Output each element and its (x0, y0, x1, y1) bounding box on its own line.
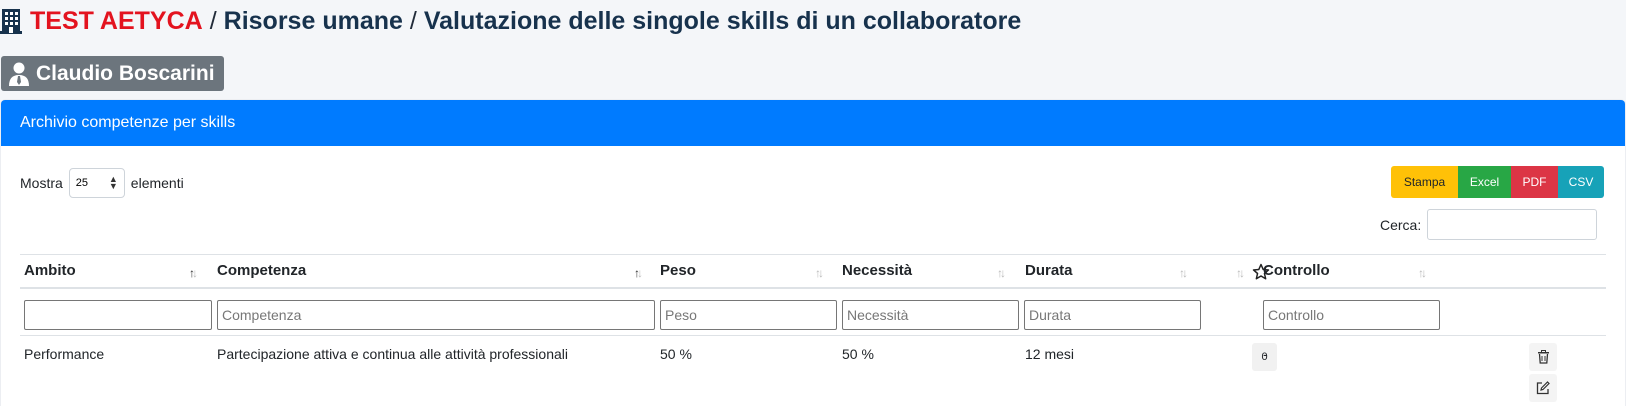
sort-asc-icon[interactable]: ↑↓ (634, 266, 643, 280)
sort-icon[interactable]: ↑↓ (815, 266, 824, 280)
length-suffix: elementi (130, 175, 184, 191)
column-header-necessita[interactable]: Necessità (842, 262, 912, 279)
column-header-peso[interactable]: Peso (660, 262, 696, 279)
cell-ambito: Performance (24, 346, 105, 362)
cell-necessita: 50 % (842, 346, 874, 362)
filter-necessita-input[interactable] (842, 300, 1019, 330)
cell-controllo: - (1263, 346, 1268, 362)
user-name: Claudio Boscarini (36, 61, 215, 85)
page-length-select[interactable]: 25 (68, 168, 125, 198)
print-button[interactable]: Stampa (1391, 166, 1458, 198)
filter-ambito-input[interactable] (24, 300, 212, 330)
search-box: Cerca: (1380, 209, 1598, 240)
filter-controllo-input[interactable] (1263, 300, 1440, 330)
company-name[interactable]: TEST AETYCA (30, 7, 203, 36)
csv-button[interactable]: CSV (1558, 166, 1604, 198)
breadcrumb-separator: / (409, 6, 417, 35)
cell-competenza: Partecipazione attiva e continua alle at… (217, 346, 568, 362)
trash-icon (1537, 350, 1549, 364)
search-input[interactable] (1427, 209, 1598, 240)
user-tie-icon (9, 62, 29, 86)
breadcrumb: TEST AETYCA / Risorse umane / Valutazion… (0, 3, 1021, 39)
sort-icon[interactable]: ↑↓ (997, 266, 1006, 280)
filter-peso-input[interactable] (660, 300, 837, 330)
search-label: Cerca: (1380, 216, 1422, 233)
pdf-button[interactable]: PDF (1511, 166, 1558, 198)
edit-icon (1536, 381, 1550, 395)
length-menu: Mostra 25 ▲ ▼ elementi (20, 168, 184, 198)
export-buttons: Stampa Excel PDF CSV (1391, 166, 1604, 198)
card-title: Archivio competenze per skills (20, 114, 236, 131)
breadcrumb-section[interactable]: Risorse umane (224, 7, 403, 36)
cell-durata: 12 mesi (1025, 346, 1075, 362)
building-icon (0, 9, 22, 34)
table-row-divider (20, 335, 1606, 336)
filter-durata-input[interactable] (1024, 300, 1201, 330)
column-header-durata[interactable]: Durata (1025, 262, 1073, 279)
sort-icon[interactable]: ↑↓ (1179, 266, 1188, 280)
sort-icon[interactable]: ↑↓ (1236, 266, 1245, 280)
delete-button[interactable] (1529, 343, 1557, 371)
sort-asc-icon[interactable]: ↑↓ (189, 266, 198, 280)
card-header: Archivio competenze per skills (1, 100, 1625, 146)
column-header-controllo[interactable]: Controllo (1263, 262, 1330, 279)
cell-peso: 50 % (660, 346, 692, 362)
table-header-divider (20, 287, 1606, 289)
excel-button[interactable]: Excel (1458, 166, 1511, 198)
column-header-competenza[interactable]: Competenza (217, 262, 306, 279)
page-title: Valutazione delle singole skills di un c… (423, 6, 1022, 35)
table-top-border (20, 254, 1606, 255)
length-prefix: Mostra (20, 175, 63, 191)
breadcrumb-separator: / (209, 6, 217, 35)
column-header-ambito[interactable]: Ambito (24, 262, 76, 279)
filter-competenza-input[interactable] (217, 300, 655, 330)
sort-icon[interactable]: ↑↓ (1418, 266, 1427, 280)
edit-button[interactable] (1529, 374, 1557, 402)
user-badge: Claudio Boscarini (1, 56, 224, 91)
